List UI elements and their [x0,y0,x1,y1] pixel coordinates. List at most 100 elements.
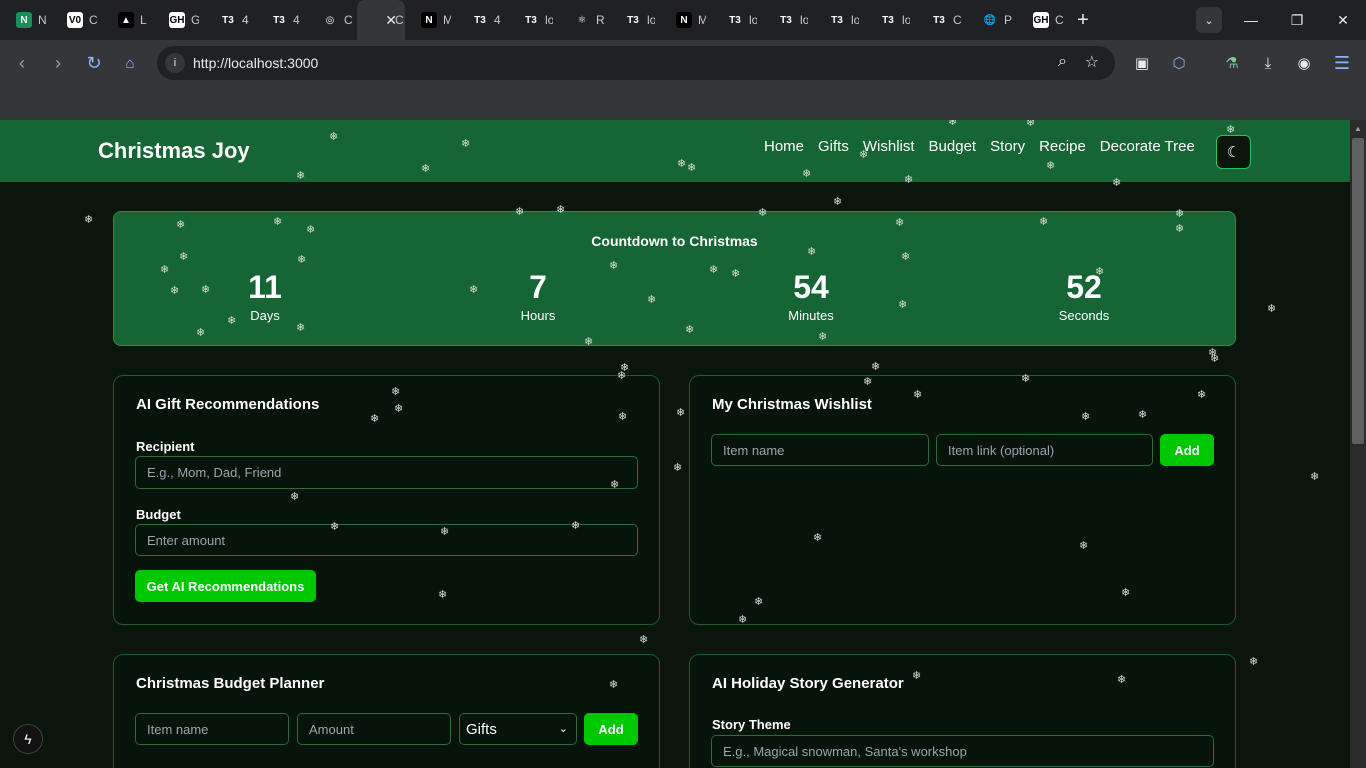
tab-search-icon[interactable]: ⌄ [1196,7,1222,33]
tab-title: R [596,13,604,27]
browser-tab[interactable]: V0 C [51,0,102,40]
browser-tab[interactable]: GH G [153,0,204,40]
new-tab-button[interactable]: + [1068,9,1098,32]
wishlist-add-button[interactable]: Add [1160,434,1214,466]
days-label: Days [250,308,280,323]
tab-title: lo [545,13,553,27]
wishlist-link-input[interactable]: Item link (optional) [936,434,1153,466]
site-info-icon[interactable]: i [165,53,185,73]
restore-icon[interactable]: ❐ [1274,0,1320,40]
snowflake-icon: ❄ [1310,471,1320,483]
nav-recipe[interactable]: Recipe [1039,138,1086,155]
nav-gifts[interactable]: Gifts [818,138,849,155]
scrollbar-thumb[interactable] [1352,138,1364,444]
browser-tab[interactable]: T3 lo [762,0,813,40]
nav-home[interactable]: Home [764,138,804,155]
main-nav: Home Gifts Wishlist Budget Story Recipe … [764,138,1195,155]
budget-amount-input[interactable]: Amount [297,713,451,745]
home-icon[interactable]: ⌂ [118,51,142,75]
nav-decorate-tree[interactable]: Decorate Tree [1100,138,1195,155]
page-scrollbar[interactable]: ▲ [1350,120,1366,768]
get-recommendations-button[interactable]: Get AI Recommendations [135,570,316,602]
budget-input[interactable]: Enter amount [135,524,638,556]
tab-title: C [953,13,961,27]
tab-title: C [89,13,97,27]
browser-tab[interactable]: GH C [1017,0,1068,40]
snowflake-icon: ❄ [676,407,686,419]
story-theme-label: Story Theme [712,717,791,732]
tab-favicon-icon: T3 [271,12,287,28]
address-bar[interactable]: i http://localhost:3000 ⌕ ☆ [157,46,1115,80]
close-window-icon[interactable]: ✕ [1320,0,1366,40]
minimize-icon[interactable]: — [1228,0,1274,40]
tab-title: lo [800,13,808,27]
back-icon[interactable]: ‹ [10,51,34,75]
profile-avatar[interactable]: ◉ [1293,52,1315,74]
countdown-minutes: 54 Minutes [751,268,871,323]
tab-title: C [344,13,352,27]
browser-tab-strip: N N V0 C ▲ L GH G T3 4 T3 4 ◎ C C ✕ N M T3 4 T3 lo ⚛ R T3 lo N M T3 l… [0,0,1366,40]
tab-title: lo [851,13,859,27]
zoom-icon[interactable]: ⌕ [1058,53,1067,71]
forward-icon[interactable]: › [46,51,70,75]
browser-tab[interactable]: T3 lo [609,0,660,40]
browser-tab[interactable]: ⚛ R [558,0,609,40]
snowflake-icon: ❄ [1249,656,1259,668]
gift-recommendations-card: AI Gift Recommendations Recipient E.g., … [113,375,660,625]
brand-logo[interactable]: Christmas Joy [98,138,250,164]
puzzle-icon[interactable]: ⬡ [1168,52,1190,74]
tab-title: 4 [293,13,300,27]
browser-tab[interactable]: T3 lo [507,0,558,40]
tab-favicon-icon: ▲ [118,12,134,28]
download-icon[interactable]: ⤓ [1257,52,1279,74]
browser-tab[interactable]: T3 4 [456,0,507,40]
browser-tab[interactable]: 🌐 P [966,0,1017,40]
budget-item-input[interactable]: Item name [135,713,289,745]
budget-label: Budget [136,507,181,522]
browser-tab[interactable]: NM [405,0,456,40]
browser-tab[interactable]: ▲ L [102,0,153,40]
browser-tab[interactable]: ◎ C [306,0,357,40]
budget-add-button[interactable]: Add [584,713,638,745]
tab-favicon-icon: T3 [931,12,947,28]
theme-toggle-button[interactable]: ☾ [1216,135,1251,169]
extension-icon[interactable]: ▣ [1131,52,1153,74]
tab-title: M [443,13,451,27]
minutes-label: Minutes [788,308,834,323]
bookmarks-bar [0,86,1366,120]
snowflake-icon: ❄ [639,634,649,646]
browser-toolbar: ‹ › ↻ ⌂ i http://localhost:3000 ⌕ ☆ ▣ ⬡ … [0,40,1366,86]
tab-favicon-icon: 🌐 [982,12,998,28]
tab-title: N [38,13,46,27]
reload-icon[interactable]: ↻ [82,51,106,75]
nav-wishlist[interactable]: Wishlist [863,138,915,155]
browser-tab[interactable]: T3 C [915,0,966,40]
story-generator-card: AI Holiday Story Generator Story Theme E… [689,654,1236,768]
browser-tab[interactable]: NN [0,0,51,40]
recipient-input[interactable]: E.g., Mom, Dad, Friend [135,456,638,489]
minutes-value: 54 [793,269,829,305]
browser-tab[interactable]: T3 lo [813,0,864,40]
nav-story[interactable]: Story [990,138,1025,155]
story-theme-input[interactable]: E.g., Magical snowman, Santa's workshop [711,735,1214,767]
wishlist-item-input[interactable]: Item name [711,434,929,466]
browser-tab[interactable]: T3 lo [711,0,762,40]
close-tab-icon[interactable]: ✕ [385,12,397,29]
browser-tab[interactable]: NM [660,0,711,40]
seconds-value: 52 [1066,269,1102,305]
labs-icon[interactable]: ⚗ [1221,52,1243,74]
nav-budget[interactable]: Budget [929,138,977,155]
tab-title: M [698,13,706,27]
browser-tab[interactable]: T3 lo [864,0,915,40]
menu-icon[interactable]: ☰ [1331,52,1353,74]
scroll-up-icon[interactable]: ▲ [1354,124,1362,133]
tab-title: lo [902,13,910,27]
dev-tools-icon[interactable]: ϟ [13,724,43,754]
bookmark-icon[interactable]: ☆ [1085,52,1099,72]
browser-tab[interactable]: T3 4 [255,0,306,40]
budget-category-select[interactable]: Gifts ⌄ [459,713,577,745]
snowflake-icon: ❄ [1210,353,1220,365]
browser-tab[interactable]: C ✕ [357,0,405,40]
browser-tab[interactable]: T3 4 [204,0,255,40]
tab-favicon-icon: T3 [523,12,539,28]
